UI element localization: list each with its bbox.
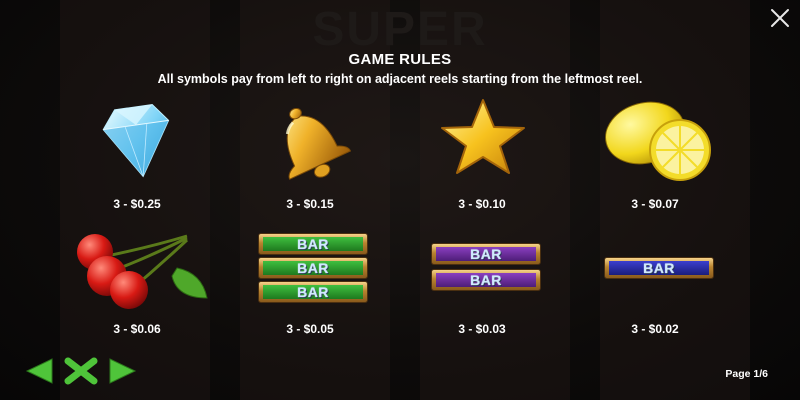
bar-tile: BAR [432, 244, 540, 264]
payout-diamond: 3 - $0.25 [113, 197, 161, 211]
symbol-cherries [57, 228, 217, 318]
cherries-icon [77, 234, 208, 309]
symbol-double-bar: BAR BAR [402, 228, 562, 318]
next-page-button[interactable] [108, 357, 138, 390]
arrow-right-icon [109, 358, 137, 384]
symbol-diamond [57, 95, 217, 185]
rules-description: All symbols pay from left to right on ad… [157, 72, 643, 86]
x-close-icon [64, 357, 98, 385]
bar-label: BAR [470, 272, 502, 288]
payout-lemon: 3 - $0.07 [631, 197, 679, 211]
bar-tile: BAR [259, 258, 367, 278]
symbol-triple-bar: BAR BAR BAR [230, 228, 390, 318]
arrow-left-icon [25, 358, 53, 384]
payout-bell: 3 - $0.15 [286, 197, 334, 211]
bar-label: BAR [643, 260, 675, 276]
symbol-lemon [575, 95, 735, 185]
payout-star: 3 - $0.10 [458, 197, 506, 211]
bar-tile: BAR [605, 258, 713, 278]
symbol-star [402, 95, 562, 185]
lemon-icon [605, 101, 711, 181]
payout-single-bar: 3 - $0.02 [631, 322, 679, 336]
bar-label: BAR [297, 236, 329, 252]
bar-label: BAR [297, 284, 329, 300]
bar-tile: BAR [432, 270, 540, 290]
bell-icon [285, 107, 352, 180]
symbol-single-bar: BAR [575, 228, 735, 318]
paytable-screen: SUPER GAME RULES All symbols pay from le… [0, 0, 800, 400]
prev-page-button[interactable] [24, 357, 54, 390]
close-icon[interactable] [768, 6, 792, 30]
payout-double-bar: 3 - $0.03 [458, 322, 506, 336]
page-title: GAME RULES [348, 51, 452, 68]
bar-tile: BAR [259, 282, 367, 302]
bar-label: BAR [297, 260, 329, 276]
symbol-bell [230, 95, 390, 185]
page-indicator: Page 1/6 [725, 368, 768, 380]
close-paytable-button[interactable] [63, 357, 99, 390]
payout-cherries: 3 - $0.06 [113, 322, 161, 336]
star-icon [441, 99, 525, 174]
diamond-icon [102, 104, 170, 178]
bar-label: BAR [470, 246, 502, 262]
background-logo: SUPER [312, 3, 488, 56]
payout-triple-bar: 3 - $0.05 [286, 322, 334, 336]
bar-tile: BAR [259, 234, 367, 254]
